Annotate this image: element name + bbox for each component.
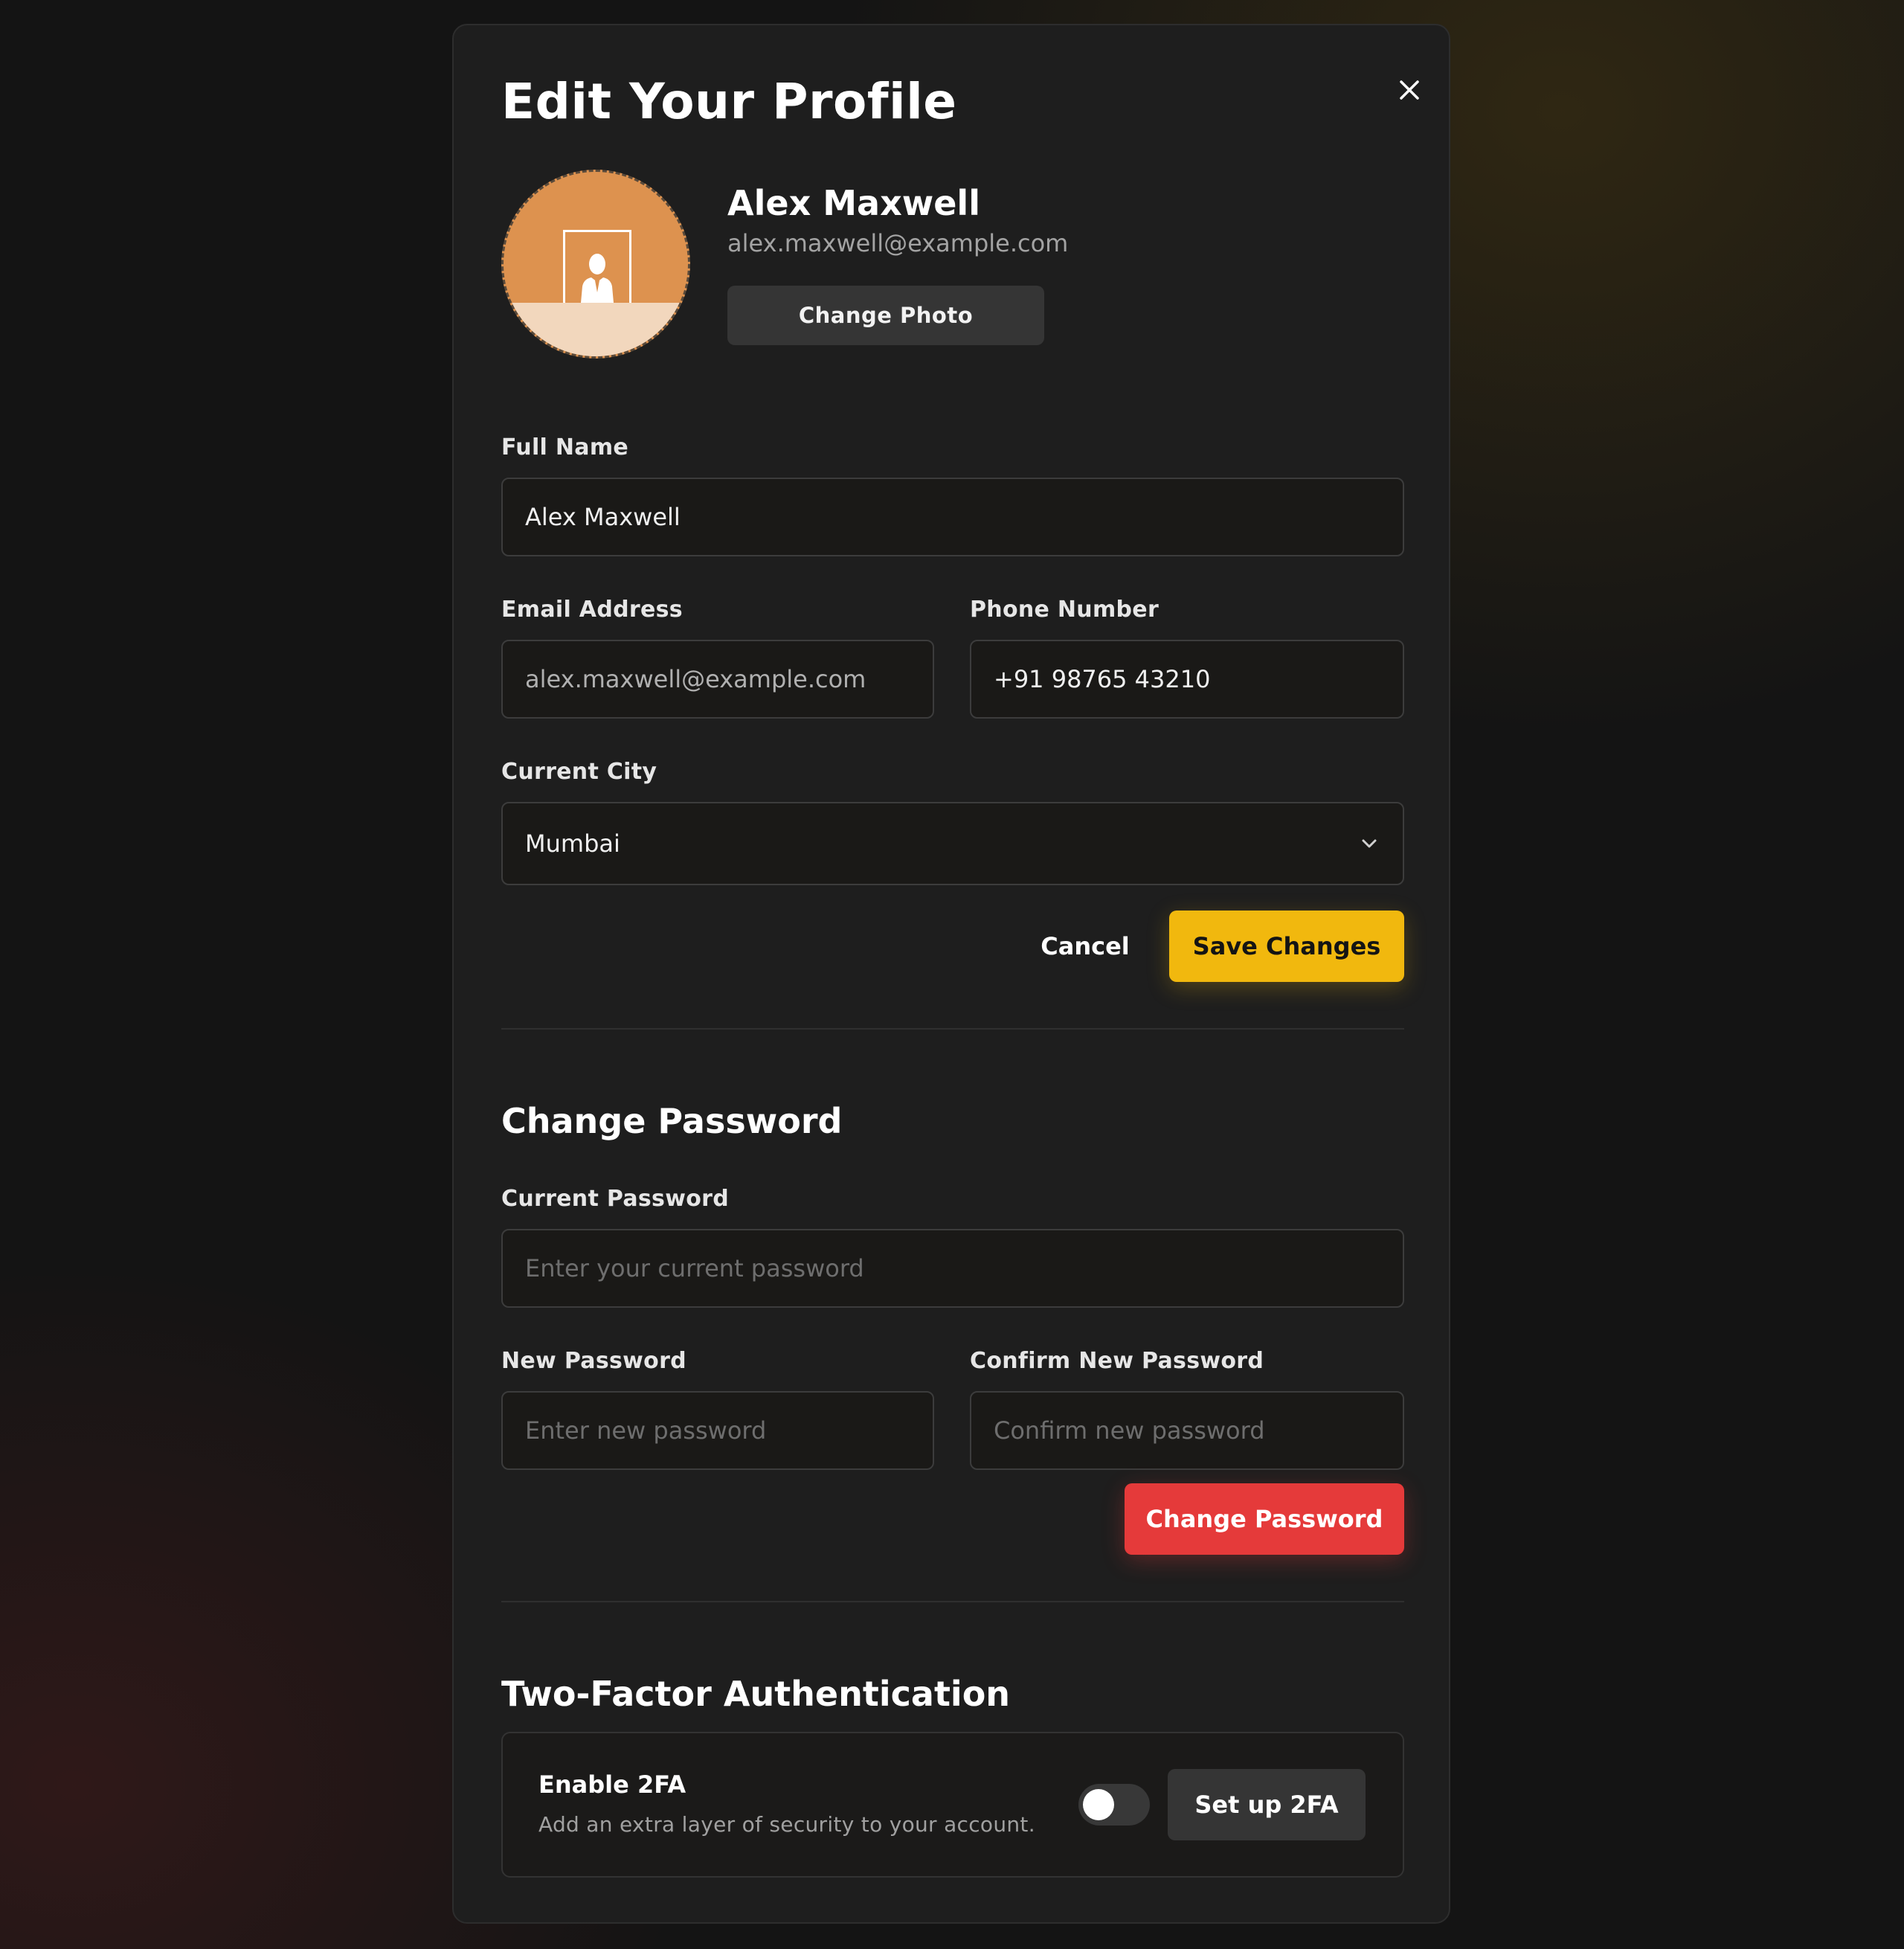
email-label: Email Address bbox=[501, 597, 683, 623]
change-photo-button[interactable]: Change Photo bbox=[727, 286, 1044, 345]
setup-2fa-button[interactable]: Set up 2FA bbox=[1168, 1769, 1366, 1840]
current-password-input[interactable]: Enter your current password bbox=[501, 1229, 1404, 1308]
change-password-button[interactable]: Change Password bbox=[1125, 1483, 1404, 1555]
section-divider bbox=[501, 1601, 1404, 1602]
city-select[interactable]: Mumbai bbox=[501, 802, 1404, 885]
page-title: Edit Your Profile bbox=[501, 73, 957, 130]
two-factor-card: Enable 2FA Add an extra layer of securit… bbox=[501, 1732, 1404, 1878]
new-password-input[interactable]: Enter new password bbox=[501, 1391, 934, 1470]
enable-2fa-toggle[interactable] bbox=[1078, 1784, 1150, 1826]
current-password-label: Current Password bbox=[501, 1186, 729, 1212]
avatar-background bbox=[504, 303, 688, 356]
chevron-down-icon bbox=[1362, 839, 1377, 848]
full-name-label: Full Name bbox=[501, 434, 629, 460]
toggle-knob bbox=[1083, 1789, 1114, 1820]
confirm-password-label: Confirm New Password bbox=[970, 1348, 1264, 1374]
full-name-input[interactable]: Alex Maxwell bbox=[501, 478, 1404, 556]
city-label: Current City bbox=[501, 759, 657, 785]
enable-2fa-description: Add an extra layer of security to your a… bbox=[538, 1812, 1035, 1837]
city-value: Mumbai bbox=[525, 829, 620, 858]
email-input[interactable]: alex.maxwell@example.com bbox=[501, 640, 934, 719]
enable-2fa-title: Enable 2FA bbox=[538, 1770, 686, 1799]
section-divider bbox=[501, 1028, 1404, 1030]
confirm-password-input[interactable]: Confirm new password bbox=[970, 1391, 1404, 1470]
phone-label: Phone Number bbox=[970, 597, 1160, 623]
close-button[interactable] bbox=[1383, 64, 1435, 116]
new-password-label: New Password bbox=[501, 1348, 686, 1374]
change-password-heading: Change Password bbox=[501, 1101, 843, 1141]
close-icon bbox=[1400, 80, 1419, 100]
edit-profile-modal: Edit Your Profile Alex Maxwell alex.maxw… bbox=[452, 24, 1450, 1924]
confirm-password-placeholder: Confirm new password bbox=[994, 1416, 1265, 1445]
profile-name: Alex Maxwell bbox=[727, 183, 980, 223]
phone-input[interactable]: +91 98765 43210 bbox=[970, 640, 1404, 719]
new-password-placeholder: Enter new password bbox=[525, 1416, 767, 1445]
save-changes-button[interactable]: Save Changes bbox=[1169, 911, 1404, 982]
cancel-button[interactable]: Cancel bbox=[1013, 911, 1157, 982]
profile-email: alex.maxwell@example.com bbox=[727, 229, 1069, 257]
email-value: alex.maxwell@example.com bbox=[525, 665, 866, 693]
current-password-placeholder: Enter your current password bbox=[525, 1254, 864, 1282]
phone-value: +91 98765 43210 bbox=[994, 665, 1211, 693]
person-silhouette-icon bbox=[581, 254, 614, 303]
full-name-value: Alex Maxwell bbox=[525, 503, 681, 531]
two-factor-heading: Two-Factor Authentication bbox=[501, 1674, 1011, 1714]
avatar[interactable] bbox=[501, 170, 690, 359]
